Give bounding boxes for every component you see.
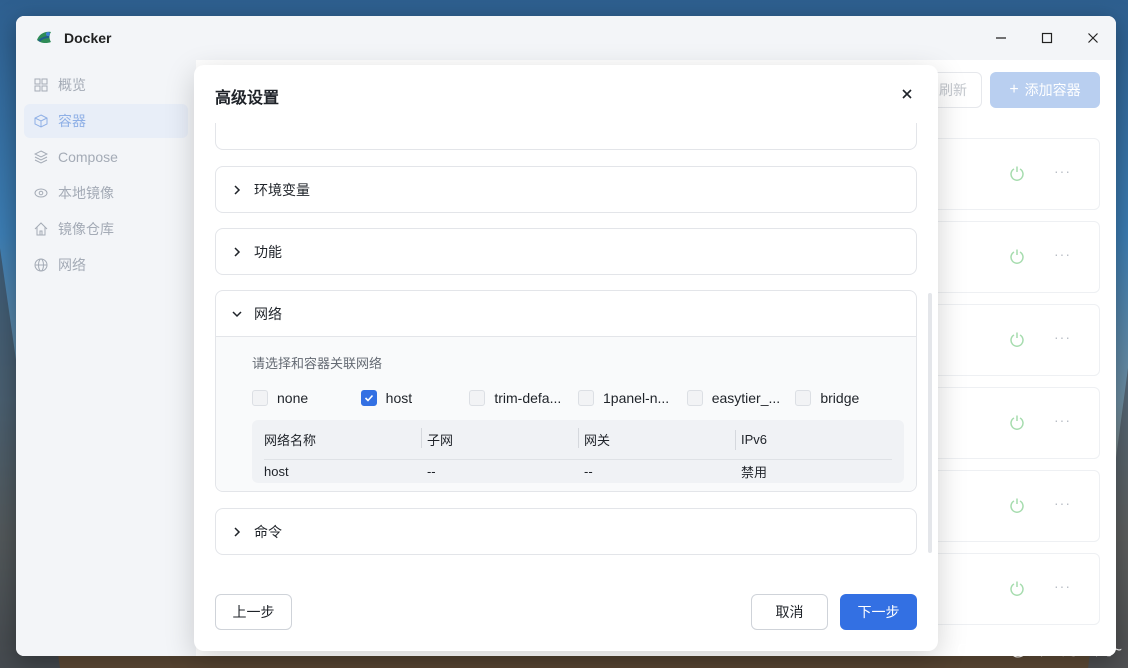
add-container-button[interactable]: + 添加容器 [990,72,1100,108]
section-env[interactable]: 环境变量 [215,166,917,213]
minimize-button[interactable] [978,16,1024,60]
power-icon[interactable] [1009,165,1025,181]
more-icon[interactable]: ··· [1054,246,1071,262]
close-icon [1088,33,1098,43]
window-title: Docker [64,30,112,46]
cell-ipv6: 禁用 [741,464,768,480]
checkbox[interactable] [795,390,812,406]
power-icon[interactable] [1009,414,1025,430]
section-capabilities-label: 功能 [254,243,282,260]
table-header: 网络名称 子网 网关 IPv6 [264,420,892,460]
more-icon[interactable]: ··· [1054,495,1071,511]
network-options: none host trim-defa... 1panel-n... easyt… [252,388,904,408]
sidebar-item-network[interactable]: 网络 [24,248,188,282]
checkbox[interactable] [469,390,486,406]
globe-icon [34,258,48,272]
sidebar-item-label: 镜像仓库 [58,221,114,237]
network-option-none[interactable]: none [252,390,361,406]
cell-gateway: -- [583,463,593,479]
more-icon[interactable]: ··· [1054,578,1071,594]
close-icon [902,89,912,99]
sidebar: 概览 容器 Compose 本地镜像 镜像仓库 网络 [16,60,196,656]
checkbox[interactable] [686,390,703,406]
section-env-label: 环境变量 [254,181,310,198]
column-header-subnet: 子网 [420,428,578,449]
sidebar-item-overview[interactable]: 概览 [24,68,188,102]
title-bar: Docker [16,16,1116,60]
power-icon[interactable] [1009,331,1025,347]
checkbox-checked[interactable] [360,390,377,406]
section-network-label: 网络 [254,305,282,322]
home-icon [34,222,48,236]
sidebar-item-label: 本地镜像 [58,185,114,201]
power-icon[interactable] [1009,497,1025,513]
dialog-title: 高级设置 [215,90,280,107]
cell-subnet: -- [426,463,436,479]
network-option-easytier[interactable]: easytier_... [686,390,796,406]
power-icon[interactable] [1009,248,1025,264]
power-icon[interactable] [1009,580,1025,596]
sidebar-item-label: 概览 [58,77,86,93]
column-header-ipv6: IPv6 [735,430,892,450]
network-table: 网络名称 子网 网关 IPv6 host -- -- 禁用 [252,420,904,483]
checkbox[interactable] [578,390,595,406]
dialog-footer: 上一步 取消 下一步 [215,594,917,630]
network-option-trim-default[interactable]: trim-defa... [469,390,578,406]
sidebar-item-label: 网络 [58,257,86,273]
dialog-scrollbar[interactable] [928,293,932,553]
refresh-label: 刷新 [939,82,967,98]
more-icon[interactable]: ··· [1054,163,1071,179]
section-command-label: 命令 [254,523,282,540]
maximize-button[interactable] [1024,16,1070,60]
network-option-host[interactable]: host [360,390,470,406]
maximize-icon [1041,32,1053,44]
dialog-close-button[interactable] [898,85,916,103]
chevron-right-icon [234,246,241,257]
column-header-gateway: 网关 [577,428,735,449]
column-header-name: 网络名称 [264,433,317,448]
section-command[interactable]: 命令 [215,508,917,555]
grid-icon [34,78,48,92]
network-option-bridge[interactable]: bridge [795,390,904,406]
more-icon[interactable]: ··· [1054,412,1071,428]
table-row: host -- -- 禁用 [264,460,892,482]
sidebar-item-compose[interactable]: Compose [24,140,188,174]
section-network-header[interactable]: 网络 [216,291,916,336]
previous-section-card [215,123,917,150]
dialog-body: 环境变量 功能 网络 请选择和容器关联网络 none host trim-def… [215,123,917,563]
more-icon[interactable]: ··· [1054,329,1071,345]
cancel-button[interactable]: 取消 [751,594,828,630]
add-container-label: 添加容器 [1024,82,1081,98]
docker-app-icon [37,31,51,44]
layers-icon [34,150,48,164]
sidebar-item-containers[interactable]: 容器 [24,104,188,138]
section-capabilities[interactable]: 功能 [215,228,917,275]
eye-icon [34,188,48,198]
chevron-right-icon [234,184,241,195]
sidebar-item-label: Compose [58,149,118,165]
plus-icon: + [1009,81,1019,98]
checkbox[interactable] [252,390,268,406]
network-hint: 请选择和容器关联网络 [252,356,383,371]
advanced-settings-dialog: 高级设置 环境变量 功能 网络 请选择和容器关联网络 none host tri… [194,65,938,651]
next-step-button[interactable]: 下一步 [840,594,917,630]
close-window-button[interactable] [1070,16,1116,60]
network-content: 请选择和容器关联网络 none host trim-defa... 1panel… [216,336,916,491]
chevron-down-icon [232,310,242,317]
sidebar-item-local-images[interactable]: 本地镜像 [24,176,188,210]
previous-step-button[interactable]: 上一步 [215,594,292,630]
network-option-1panel[interactable]: 1panel-n... [578,390,687,406]
chevron-right-icon [234,526,241,537]
cell-name: host [264,463,289,479]
sidebar-item-image-registry[interactable]: 镜像仓库 [24,212,188,246]
watermark: CSDN @会飞的鱼儿~ [956,640,1122,659]
sidebar-item-label: 容器 [58,113,86,129]
section-network: 网络 请选择和容器关联网络 none host trim-defa... 1pa… [215,290,917,492]
checkmark-icon [364,394,373,402]
minimize-icon [996,37,1006,39]
cube-icon [34,114,48,128]
